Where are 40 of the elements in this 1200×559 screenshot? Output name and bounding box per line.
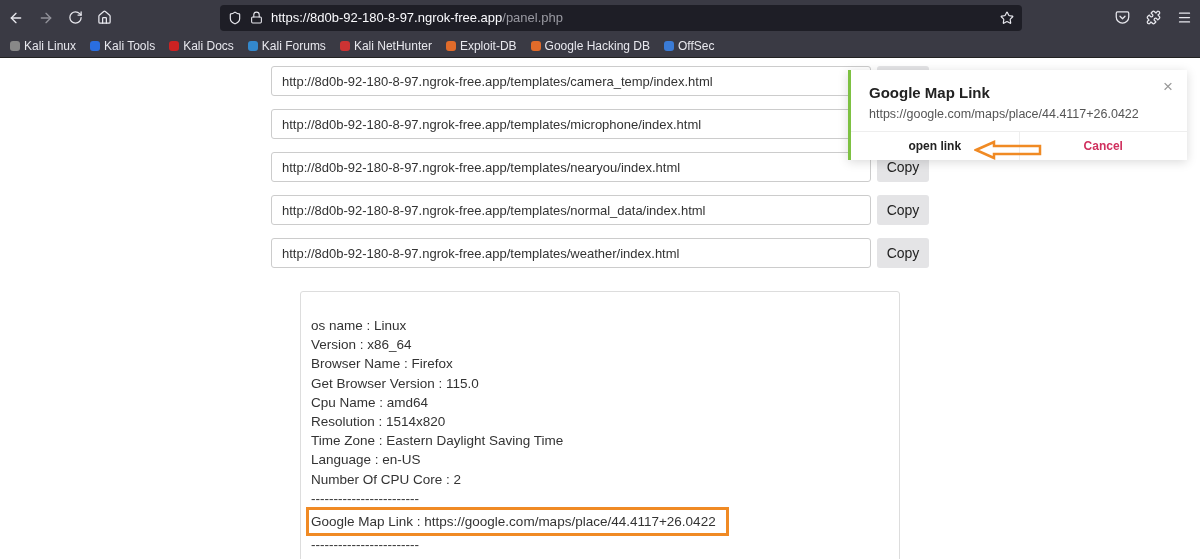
popup-title: Google Map Link [869,84,990,101]
open-link-button[interactable]: open link [851,132,1020,160]
address-bar[interactable]: https://8d0b-92-180-8-97.ngrok-free.app/panel.php [220,4,1022,31]
link-url-field[interactable]: http://8d0b-92-180-8-97.ngrok-free.app/templates/weather/index.html [271,238,871,268]
arrow-annotation [974,140,1042,160]
extensions-icon[interactable] [1146,10,1161,25]
info-line: Language : en-US [311,451,421,470]
bookmark-link[interactable]: Kali Tools [90,39,156,53]
info-line: ------------------------ [311,489,419,508]
info-line: Google Map Link : https://google.com/maps/place/44.4117+26.0422 [309,510,726,534]
popup-message: https://google.com/maps/place/44.4117+26.0422 [869,107,1139,121]
copy-button[interactable]: Copy [877,238,929,268]
info-line: os name : Linux [311,317,407,335]
menu-icon[interactable] [1177,10,1192,25]
reload-icon[interactable] [68,10,83,25]
bookmark-star-icon[interactable] [1000,10,1014,25]
link-url-field[interactable]: http://8d0b-92-180-8-97.ngrok-free.app/templates/nearyou/index.html [271,152,871,182]
info-line: Number Of CPU Core : 2 [311,470,462,489]
bookmark-link[interactable]: OffSec [664,39,715,53]
info-line: Cpu Name : amd64 [311,393,429,412]
bookmark-link[interactable]: Google Hacking DB [530,39,650,53]
info-line: Resolution : 1514x820 [311,413,446,431]
bookmark-link[interactable]: Kali NetHunter [339,39,432,53]
cancel-button[interactable]: Cancel [1019,132,1187,160]
bookmark-link[interactable]: Kali Forums [247,39,326,53]
info-line: Browser Name : Firefox [311,355,453,374]
home-icon[interactable] [97,10,112,25]
lock-icon [250,11,263,24]
copy-button[interactable]: Copy [877,195,929,225]
shield-icon [228,10,242,25]
pocket-icon[interactable] [1115,10,1130,25]
info-line: Version : x86_64 [311,336,412,355]
info-line: ------------------------ [311,536,419,555]
info-line: Get Browser Version : 115.0 [311,374,479,393]
link-url-field[interactable]: http://8d0b-92-180-8-97.ngrok-free.app/templates/normal_data/index.html [271,195,871,225]
bookmark-link[interactable]: Kali Linux [10,39,77,53]
info-line: Time Zone : Eastern Daylight Saving Time [311,432,564,451]
url-text: https://8d0b-92-180-8-97.ngrok-free.app/panel.php [271,10,564,25]
bookmark-link[interactable]: Exploit-DB [445,39,517,53]
bookmark-link[interactable]: Kali Docs [169,39,234,53]
